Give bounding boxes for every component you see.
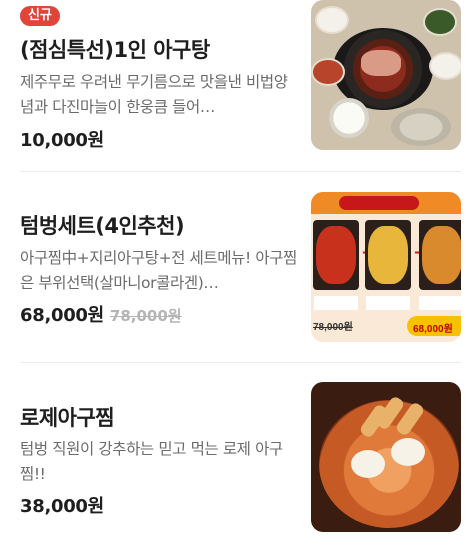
divider xyxy=(20,362,461,363)
divider xyxy=(20,171,461,172)
menu-item-price: 10,000원 xyxy=(20,130,104,151)
menu-item-rose-agujjim[interactable]: 로제아구찜 텀벙 직원이 강추하는 믿고 먹는 로제 아구찜!! 38,000원 xyxy=(0,380,465,543)
menu-item-original-price: 78,000원 xyxy=(109,307,182,325)
menu-item-tumbung-set[interactable]: 텀벙세트(4인추천) 아구찜中+지리아구탕+전 세트메뉴! 아구찜은 부위선택(… xyxy=(0,190,465,360)
poster-new-price: 68,000원 xyxy=(413,324,453,335)
new-badge: 신규 xyxy=(20,6,60,26)
menu-item-title: 텀벙세트(4인추천) xyxy=(20,214,185,238)
menu-item-description: 아구찜中+지리아구탕+전 세트메뉴! 아구찜은 부위선택(살마니or콜라겐)… xyxy=(20,249,297,292)
menu-item-price: 38,000원 xyxy=(20,496,104,517)
poster-old-price: 78,000원 xyxy=(313,322,353,333)
menu-item-photo[interactable] xyxy=(311,0,461,150)
menu-item-title: (점심특선)1인 아구탕 xyxy=(20,38,210,62)
menu-item-title: 로제아구찜 xyxy=(20,406,115,430)
menu-item-price: 68,000원 xyxy=(20,305,104,326)
menu-list: 신규 (점심특선)1인 아구탕 제주무로 우려낸 무기름으로 맛을낸 비법양념과… xyxy=(0,0,465,543)
menu-item-lunch-agutang[interactable]: 신규 (점심특선)1인 아구탕 제주무로 우려낸 무기름으로 맛을낸 비법양념과… xyxy=(0,0,465,170)
menu-item-photo[interactable] xyxy=(311,382,461,532)
menu-item-description: 텀벙 직원이 강추하는 믿고 먹는 로제 아구찜!! xyxy=(20,440,283,483)
menu-item-photo[interactable]: + + 78,000원 68,000원 xyxy=(311,192,461,342)
menu-item-description: 제주무로 우려낸 무기름으로 맛을낸 비법양념과 다진마늘이 한웅큼 들어… xyxy=(20,73,288,116)
